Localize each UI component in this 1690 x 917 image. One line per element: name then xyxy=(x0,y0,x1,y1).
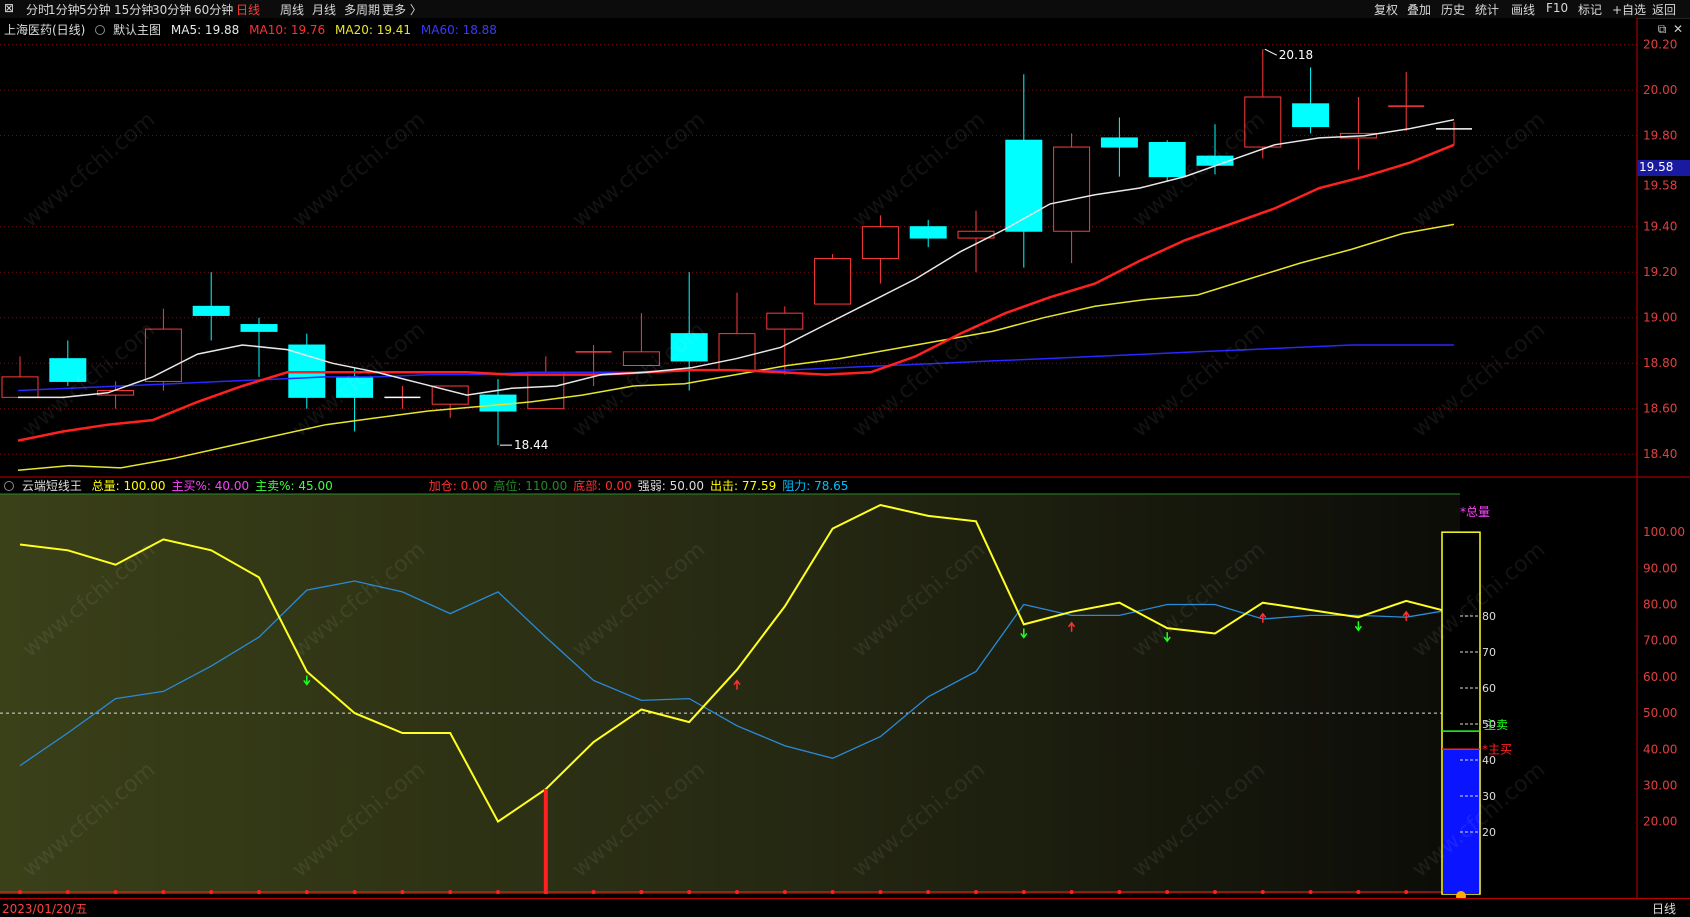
candle-body xyxy=(527,371,565,410)
ma5-label: MA5: 19.88 xyxy=(170,23,240,37)
sub-y-tick-label: 60.00 xyxy=(1643,670,1677,684)
low-marker-label: 18.44 xyxy=(514,438,548,452)
bottom-signal-bar xyxy=(543,789,548,894)
ma20-label: MA20: 19.41 xyxy=(335,23,412,37)
sub-indicator-value: 强弱: 50.00 xyxy=(637,479,705,493)
y-tick-label: 19.00 xyxy=(1643,311,1677,325)
sub-indicator-labels: 云端短线王 总量: 100.00 主买%: 40.00 主卖%: 45.00 加仓: … xyxy=(4,477,860,494)
toolbar-right-item[interactable]: 画线 xyxy=(1511,1,1535,18)
settings-icon[interactable] xyxy=(4,481,14,491)
candle-body xyxy=(814,258,852,305)
toolbar-item[interactable]: 5分钟 xyxy=(79,1,111,18)
y-tick-label: 18.80 xyxy=(1643,356,1677,370)
y-tick-label: 20.00 xyxy=(1643,83,1677,97)
sub-y-tick-label: 30.00 xyxy=(1643,778,1677,792)
period-label[interactable]: 日线 xyxy=(1652,900,1676,917)
candle-body xyxy=(431,385,469,405)
candle-body xyxy=(1292,103,1330,128)
sub-y-tick-label: 50.00 xyxy=(1643,706,1677,720)
toolbar-item[interactable]: 15分钟 xyxy=(114,1,153,18)
y-tick-label: 19.40 xyxy=(1643,220,1677,234)
toolbar-right-item[interactable]: 返回 xyxy=(1652,1,1676,18)
sub-indicator-value: 出击: 77.59 xyxy=(710,479,777,493)
sub-y-tick-label: 70.00 xyxy=(1643,634,1677,648)
gauge-tick-label: 60 xyxy=(1482,682,1496,695)
date-label: 2023/01/20/五 xyxy=(2,902,88,916)
window-restore-icon[interactable]: ⧉ xyxy=(1654,22,1670,38)
toolbar-right-item[interactable]: +自选 xyxy=(1612,1,1646,18)
toolbar-item[interactable]: 多周期 xyxy=(344,1,380,18)
toolbar-right-item[interactable]: 历史 xyxy=(1441,1,1465,18)
sub-y-tick-label: 20.00 xyxy=(1643,815,1677,829)
y-tick-label: 19.58 xyxy=(1643,179,1677,193)
candle-body xyxy=(1100,137,1138,148)
main-plot-bg xyxy=(0,18,1637,477)
toolbar-item[interactable]: 分时 xyxy=(26,1,50,18)
toolbar-right-item[interactable]: 标记 xyxy=(1578,1,1602,18)
gauge-buy-label: *主买 xyxy=(1482,742,1512,756)
toolbar-item[interactable]: 30分钟 xyxy=(152,1,191,18)
toolbar: 分时 1分钟 5分钟 15分钟 30分钟 60分钟 日线 周线 月线 多周期 更多 〉 ⊠ 复权 叠加历… xyxy=(0,0,1690,19)
sub-indicator-value: 加仓: 0.00 xyxy=(428,479,488,493)
candle-body xyxy=(192,305,230,316)
sub-indicator-value: 总量: 100.00 xyxy=(91,479,166,493)
toolbar-right-item[interactable]: 复权 xyxy=(1374,1,1398,18)
stock-name: 上海医药(日线) xyxy=(4,23,86,37)
indicator-name[interactable]: 云端短线王 xyxy=(22,479,82,493)
toolbar-item[interactable]: 60分钟 xyxy=(194,1,233,18)
candle-body xyxy=(1053,146,1091,232)
candle-body xyxy=(718,333,756,371)
sub-y-tick-label: 80.00 xyxy=(1643,598,1677,612)
sub-y-tick-label: 100.00 xyxy=(1643,525,1685,539)
candle-body xyxy=(909,226,947,239)
ma10-label: MA10: 19.76 xyxy=(249,23,326,37)
toolbar-right-item[interactable]: 统计 xyxy=(1475,1,1499,18)
toolbar-item[interactable]: 周线 xyxy=(280,1,304,18)
gauge-tick-label: 70 xyxy=(1482,646,1496,659)
candle-body xyxy=(1,376,39,398)
sub-indicator-value: 底部: 0.00 xyxy=(573,479,632,493)
y-tick-label: 18.60 xyxy=(1643,402,1677,416)
y-tick-label: 20.20 xyxy=(1643,38,1677,52)
toolbar-item[interactable]: 日线 xyxy=(236,1,260,18)
y-tick-label: 19.20 xyxy=(1643,265,1677,279)
toolbar-item[interactable]: 月线 xyxy=(312,1,336,18)
toolbar-right-item[interactable]: 叠加 xyxy=(1407,1,1431,18)
current-price-tag: 19.58 xyxy=(1637,160,1690,176)
ma60-label: MA60: 18.88 xyxy=(420,23,497,37)
chart-name[interactable]: 默认主图 xyxy=(113,23,161,37)
toolbar-right-item[interactable]: F10 xyxy=(1546,1,1568,15)
high-marker-label: 20.18 xyxy=(1279,48,1313,62)
candle-body xyxy=(1005,139,1043,232)
sub-indicator-value: 主买%: 40.00 xyxy=(171,479,250,493)
settings-icon[interactable] xyxy=(95,25,106,35)
main-indicator-labels: 上海医药(日线) 默认主图 MA5: 19.88 MA10: 19.76 MA2… xyxy=(4,21,503,38)
sub-indicator-value: 主卖%: 45.00 xyxy=(255,479,333,493)
candle-body xyxy=(861,226,899,260)
toolbar-item[interactable]: 1分钟 xyxy=(48,1,80,18)
sub-y-tick-label: 40.00 xyxy=(1643,742,1677,756)
window-close-icon[interactable]: ✕ xyxy=(1670,22,1686,38)
price-chart[interactable]: 20.20 20.00 19.80 19.58 19.40 19.20 19.00 18.80… xyxy=(0,18,1690,898)
toolbar-item[interactable]: 更多 〉 xyxy=(382,1,422,18)
window-controls: ⧉ ✕ xyxy=(1654,22,1686,38)
gauge-total-label: *总量 xyxy=(1460,505,1490,519)
sub-y-tick-label: 90.00 xyxy=(1643,561,1677,575)
candle-body xyxy=(240,324,278,332)
sub-indicator-value: 高位: 110.00 xyxy=(493,479,568,493)
y-tick-label: 18.40 xyxy=(1643,447,1677,461)
collapse-icon[interactable]: ⊠ xyxy=(4,1,14,15)
gauge-sell-label: 主卖 xyxy=(1484,718,1508,732)
date-bar: 2023/01/20/五 日线 xyxy=(0,898,1690,917)
sub-indicator-value: 阻力: 78.65 xyxy=(782,479,849,493)
candle-body xyxy=(766,312,804,330)
y-tick-label: 19.80 xyxy=(1643,129,1677,143)
